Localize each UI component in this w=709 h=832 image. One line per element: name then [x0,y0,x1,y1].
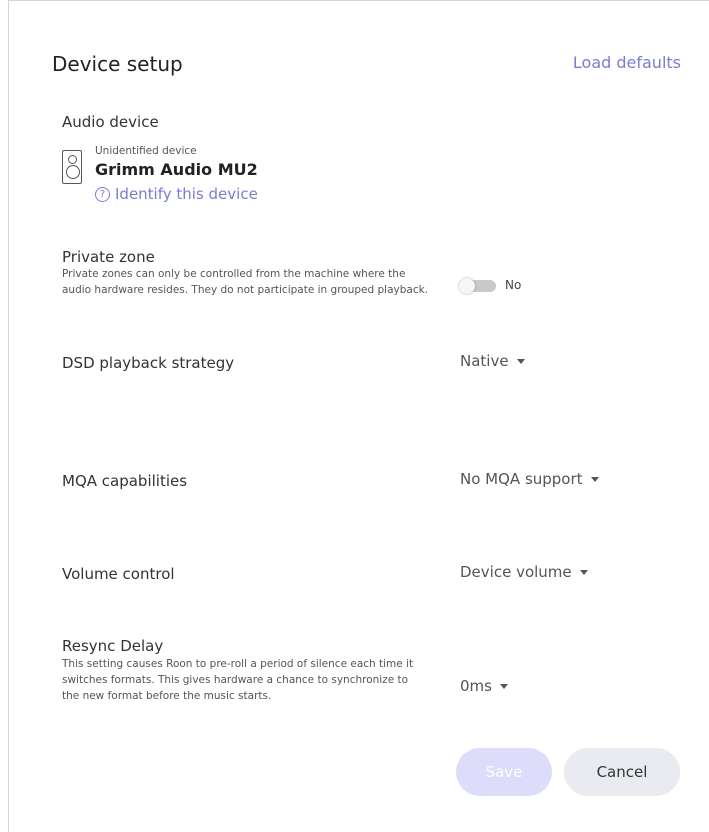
caret-down-icon [499,683,508,689]
audio-device-label: Audio device [62,113,159,131]
caret-down-icon [590,476,599,482]
speaker-icon [62,150,82,184]
volume-control-dropdown[interactable]: Device volume [460,563,588,581]
identify-device-link[interactable]: ? Identify this device [95,185,258,203]
help-circle-icon: ? [95,186,110,202]
mqa-capabilities-value: No MQA support [460,470,583,488]
private-zone-description: Private zones can only be controlled fro… [62,268,429,296]
dsd-strategy-value: Native [460,352,509,370]
speaker-tweeter [68,155,77,164]
toggle-knob [459,278,475,294]
load-defaults-link[interactable]: Load defaults [573,53,681,72]
volume-control-label: Volume control [62,565,175,583]
mqa-capabilities-dropdown[interactable]: No MQA support [460,470,599,488]
cancel-button[interactable]: Cancel [564,748,680,796]
private-zone-label: Private zone [62,248,155,266]
private-zone-toggle[interactable] [459,278,496,294]
mqa-capabilities-label: MQA capabilities [62,472,188,490]
dsd-strategy-label: DSD playback strategy [62,354,235,372]
save-button[interactable]: Save [456,748,552,796]
resync-delay-label: Resync Delay [62,637,164,655]
resync-delay-dropdown[interactable]: 0ms [460,677,508,695]
dialog-title: Device setup [52,52,183,76]
dsd-strategy-dropdown[interactable]: Native [460,352,525,370]
identify-device-label: Identify this device [115,185,258,203]
caret-down-icon [579,569,588,575]
caret-down-icon [516,358,525,364]
resync-delay-description: This setting causes Roon to pre-roll a p… [62,658,414,702]
device-name: Grimm Audio MU2 [95,160,258,179]
resync-delay-value: 0ms [460,677,492,695]
device-status: Unidentified device [95,145,197,157]
volume-control-value: Device volume [460,563,572,581]
private-zone-value: No [505,278,522,292]
speaker-woofer [65,165,80,179]
